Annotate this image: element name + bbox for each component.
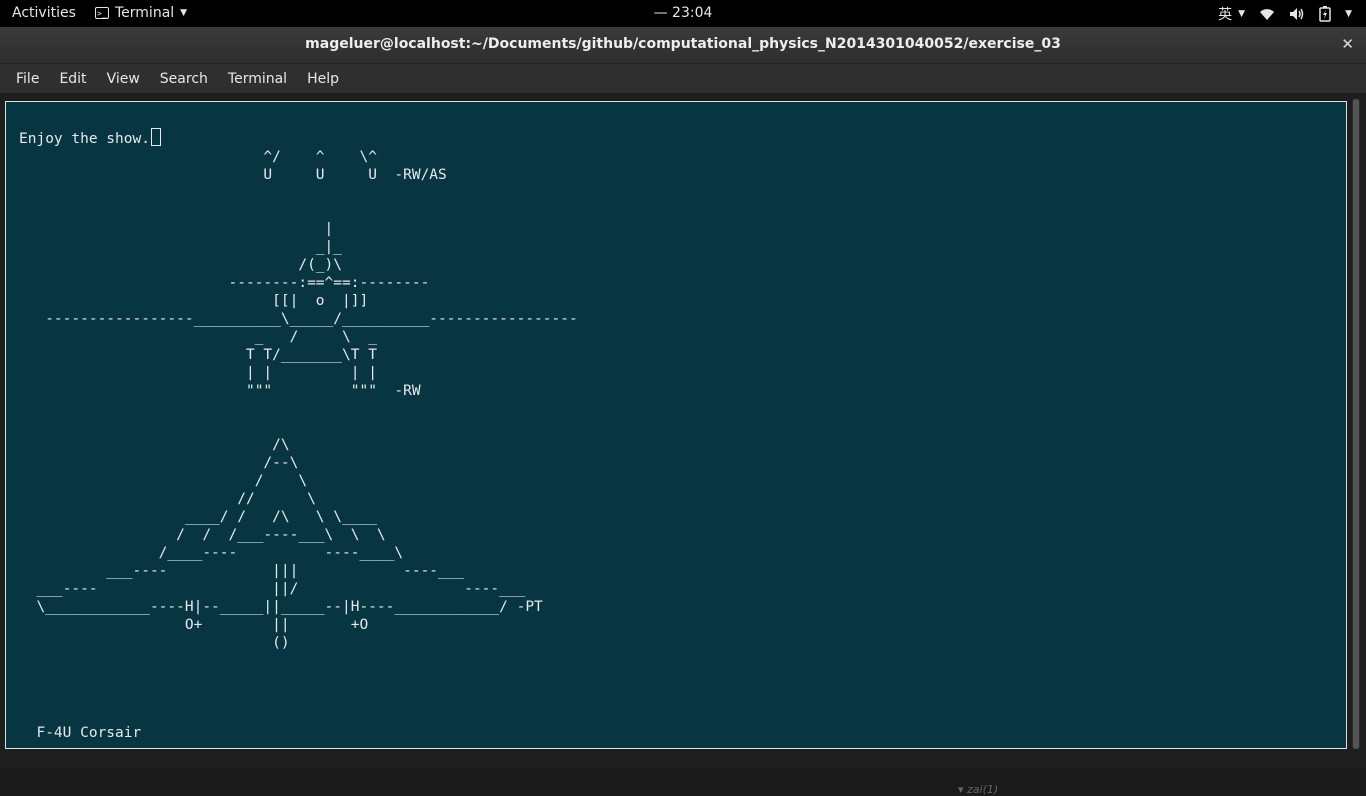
window-titlebar[interactable]: mageluer@localhost:~/Documents/github/co…	[0, 27, 1366, 64]
close-icon[interactable]: ✕	[1341, 35, 1354, 53]
scrollbar[interactable]	[1352, 99, 1360, 749]
chevron-down-icon: ▼	[1238, 9, 1246, 19]
background-window-text: ▾ zai(1)	[958, 783, 999, 796]
menu-edit[interactable]: Edit	[51, 71, 94, 87]
battery-icon	[1319, 6, 1331, 22]
system-tray[interactable]: 英 ▼ ▼	[1218, 4, 1352, 24]
menu-terminal[interactable]: Terminal	[220, 71, 295, 87]
input-method-label: 英	[1218, 7, 1233, 23]
menu-search[interactable]: Search	[152, 71, 216, 87]
terminal-icon: >_	[95, 7, 109, 19]
scrollbar-thumb[interactable]	[1353, 99, 1359, 749]
app-menu[interactable]: >_ Terminal ▼	[95, 5, 187, 21]
clock[interactable]: — 23:04	[654, 5, 713, 21]
chevron-down-icon: ▼	[1345, 9, 1352, 19]
wifi-icon	[1259, 7, 1275, 21]
prompt-line: Enjoy the show.	[19, 131, 150, 147]
window-title: mageluer@localhost:~/Documents/github/co…	[305, 36, 1061, 52]
top-bar: Activities >_ Terminal ▼ — 23:04 英 ▼ ▼	[0, 0, 1366, 27]
menu-bar: File Edit View Search Terminal Help	[0, 64, 1366, 94]
menu-file[interactable]: File	[8, 71, 47, 87]
input-method-menu[interactable]: 英 ▼	[1218, 4, 1245, 24]
menu-help[interactable]: Help	[299, 71, 347, 87]
text-cursor	[150, 128, 161, 146]
menu-view[interactable]: View	[99, 71, 148, 87]
terminal-area: Enjoy the show. ^/ ^ \^ U U U -RW/AS | _…	[0, 93, 1366, 796]
chevron-down-icon: ▼	[180, 8, 188, 18]
activities-button[interactable]: Activities	[12, 5, 76, 21]
terminal-window: mageluer@localhost:~/Documents/github/co…	[0, 27, 1366, 796]
ascii-art: ^/ ^ \^ U U U -RW/AS | _|_ /(_)\ -------…	[36, 149, 578, 741]
app-menu-label: Terminal	[115, 5, 175, 21]
terminal-output: Enjoy the show. ^/ ^ \^ U U U -RW/AS | _…	[19, 128, 578, 742]
volume-icon	[1289, 7, 1305, 21]
terminal-screen[interactable]: Enjoy the show. ^/ ^ \^ U U U -RW/AS | _…	[5, 101, 1347, 749]
